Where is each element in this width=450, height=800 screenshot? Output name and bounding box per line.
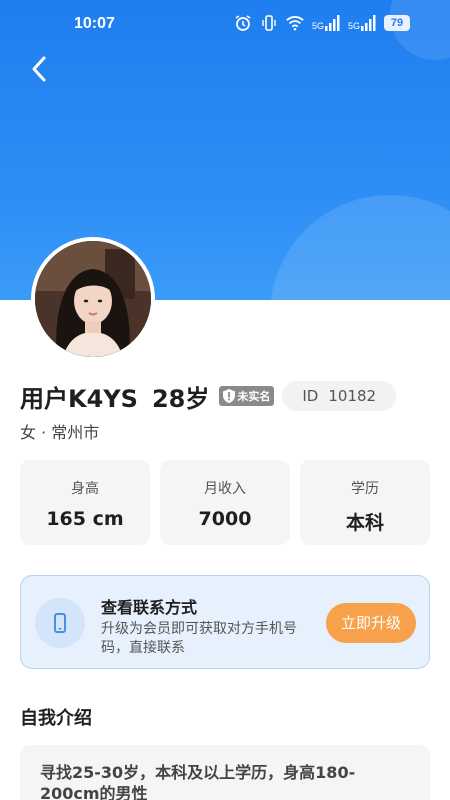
stat-value: 7000 [198,508,252,530]
stat-label: 月收入 [204,481,246,497]
self-intro-heading: 自我介绍 [20,708,92,729]
contact-description: 升级为会员即可获取对方手机号码，直接联系 [101,621,297,656]
stat-value: 本科 [345,512,384,534]
verification-label: 未实名 [237,390,271,403]
stat-label: 学历 [351,481,379,497]
id-label: ID [302,387,319,405]
verification-badge: 未实名 [219,386,275,406]
contact-info-card[interactable]: 查看联系方式 升级为会员即可获取对方手机号码，直接联系 立即升级 [20,575,430,669]
stat-label: 身高 [71,481,99,497]
user-age: 28岁 [151,384,210,413]
signal-strength-icon: 5G [348,15,376,31]
self-intro-text: 寻找25-30岁，本科及以上学历，身高180-200cm的男性 [20,745,430,800]
stat-education: 学历 本科 [300,460,430,545]
alarm-icon [235,15,251,31]
gender-and-city: 女 · 常州市 [20,423,100,442]
stat-value: 165 cm [46,508,124,530]
phone-icon [54,613,66,633]
stat-income: 月收入 7000 [160,460,290,545]
signal-label: 5G [311,21,324,31]
shield-alert-icon [223,389,236,403]
decorative-circle [270,195,450,300]
user-name: 用户K4YS [20,384,138,413]
signal-label: 5G [347,21,360,31]
status-time: 10:07 [74,15,115,32]
vibrate-icon [262,15,276,31]
id-value: 10182 [328,387,377,405]
contact-title: 查看联系方式 [101,598,198,617]
back-arrow-icon[interactable] [24,52,56,86]
status-bar: 10:07 5G 5G 79 [0,0,450,48]
stat-height: 身高 165 cm [20,460,150,545]
avatar[interactable] [31,237,155,361]
avatar-portrait-image [35,241,151,357]
stats-row: 身高 165 cm 月收入 7000 学历 本科 [20,460,430,545]
battery-indicator: 79 [384,15,410,31]
status-icons: 5G 5G 79 [234,14,410,32]
upgrade-button[interactable]: 立即升级 [326,603,416,643]
wifi-icon [286,16,304,31]
signal-strength-icon: 5G [312,15,340,31]
user-id-pill: ID 10182 [282,381,397,411]
phone-icon-circle [35,598,85,648]
profile-name-row: 用户K4YS 28岁 未实名 ID 10182 [20,378,397,414]
